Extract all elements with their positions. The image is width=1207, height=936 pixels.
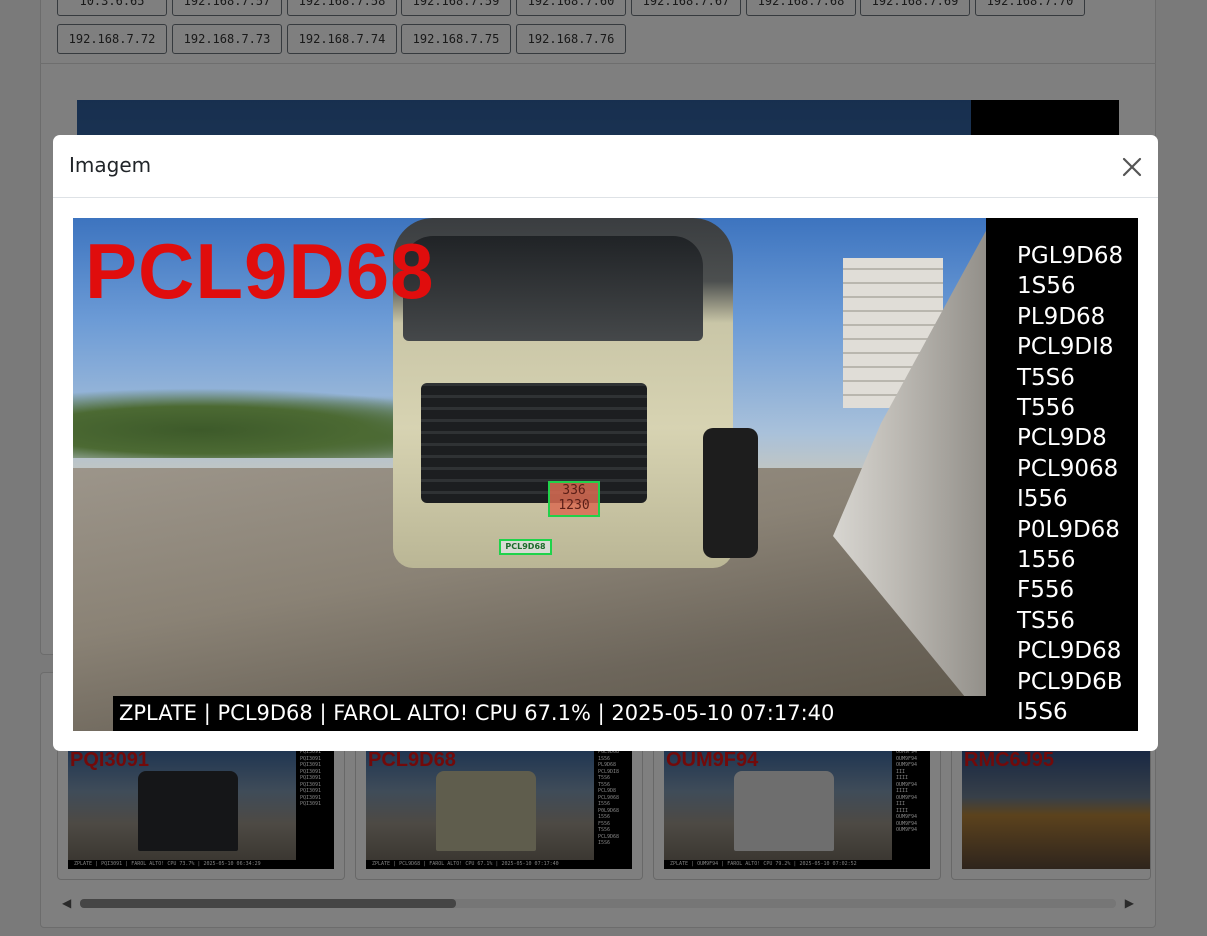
modal-title: Imagem <box>69 153 152 177</box>
hazard-code-bottom: 1230 <box>558 498 590 513</box>
candidate: T556 <box>1017 395 1075 422</box>
camera-capture-image: PCL9D68 336 1230 PCL9D68 PGL9D68 1S56 PL… <box>73 218 1138 731</box>
hazard-placard-detection: 336 1230 <box>548 481 600 517</box>
camera-scene: PCL9D68 336 1230 PCL9D68 <box>73 218 986 731</box>
license-plate-detection: PCL9D68 <box>499 539 552 555</box>
candidate: I5S6 <box>1017 699 1068 726</box>
candidate: T5S6 <box>1017 364 1075 391</box>
candidate: PCL9D68 <box>1017 638 1122 665</box>
close-button[interactable] <box>1116 151 1148 183</box>
modal-header: Imagem <box>53 135 1158 198</box>
candidate: P0L9D68 <box>1017 516 1120 543</box>
candidate: 1S56 <box>1017 273 1076 300</box>
plate-overlay-text: PCL9D68 <box>85 227 435 315</box>
image-modal: Imagem PCL9D68 336 1230 PCL9D68 PGL9D68 <box>53 135 1158 751</box>
candidate: I556 <box>1017 486 1068 513</box>
hazard-code-top: 336 <box>562 483 586 498</box>
candidate: PCL9D6B <box>1017 668 1123 695</box>
candidate: PCL9DI8 <box>1017 334 1114 361</box>
truck-windshield <box>403 236 703 341</box>
candidate: PL9D68 <box>1017 303 1106 330</box>
candidate: PGL9D68 <box>1017 243 1124 269</box>
capture-footer: ZPLATE | PCL9D68 | FAROL ALTO! CPU 67.1%… <box>113 696 986 731</box>
candidate: TS56 <box>1017 607 1075 634</box>
close-icon <box>1122 157 1142 177</box>
candidate: 1556 <box>1017 547 1076 574</box>
candidate: F556 <box>1017 577 1075 604</box>
truck-grille <box>421 383 647 503</box>
candidate: PCL9D8 <box>1017 425 1107 452</box>
plate-candidates-list: PGL9D68 1S56 PL9D68 PCL9DI8 T5S6 T556 PC… <box>986 218 1138 731</box>
candidate: PCL9068 <box>1017 455 1119 482</box>
truck-tire <box>703 428 758 558</box>
